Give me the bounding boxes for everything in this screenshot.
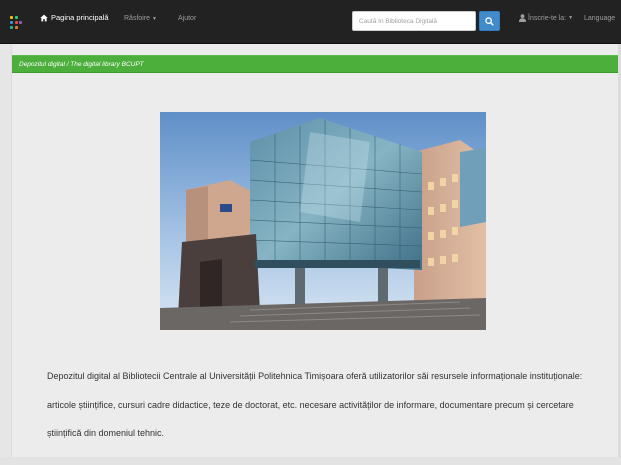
caret-down-icon: ▼ xyxy=(568,15,574,21)
nav-help-link[interactable]: Ajutor xyxy=(178,15,196,22)
nav-browse-dropdown[interactable]: Răsfoire ▼ xyxy=(124,15,157,22)
search-icon xyxy=(485,16,494,26)
repository-description: Depozitul digital al Bibliotecii Central… xyxy=(47,371,583,438)
search-button[interactable] xyxy=(479,11,500,31)
user-icon xyxy=(519,14,526,22)
breadcrumb-bar: Depozitul digital / The digital library … xyxy=(12,55,618,73)
home-icon xyxy=(40,14,48,21)
breadcrumb: Depozitul digital / The digital library … xyxy=(19,61,144,68)
nav-login-label: Înscrie-te la: xyxy=(528,14,567,22)
dots-logo-icon[interactable] xyxy=(10,16,22,30)
nav-home-link[interactable]: Pagina principală xyxy=(40,13,109,22)
nav-home-label: Pagina principală xyxy=(51,13,109,22)
search-input[interactable] xyxy=(352,11,476,31)
library-building-photo xyxy=(160,112,486,330)
bottom-frame-border xyxy=(0,457,621,465)
nav-login-dropdown[interactable]: Înscrie-te la: ▼ xyxy=(519,14,573,22)
nav-browse-label: Răsfoire xyxy=(124,15,151,22)
top-navbar: Pagina principală Răsfoire ▼ Ajutor Însc… xyxy=(0,0,621,44)
left-frame-border xyxy=(0,0,12,465)
caret-down-icon: ▼ xyxy=(152,16,157,22)
nav-language-dropdown[interactable]: Language xyxy=(584,15,615,22)
